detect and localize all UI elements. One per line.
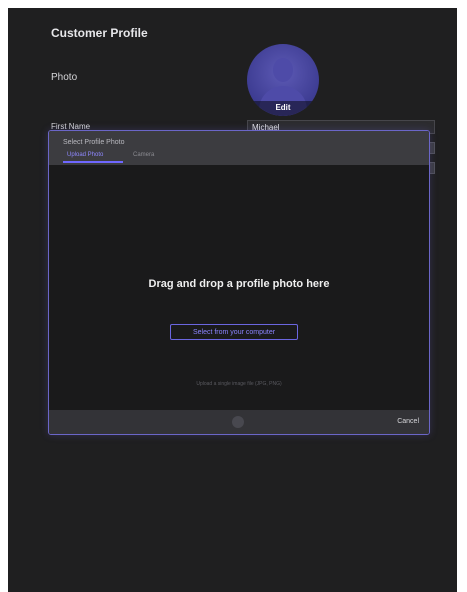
loading-icon [232,416,244,428]
modal-title: Select Profile Photo [63,139,125,146]
avatar[interactable]: Edit [247,44,319,116]
select-from-computer-button[interactable]: Select from your computer [170,324,298,340]
upload-hint: Upload a single image file (JPG, PNG) [196,381,282,387]
modal-header: Select Profile Photo Upload Photo Camera [49,131,429,165]
tab-camera[interactable]: Camera [133,152,154,158]
select-profile-photo-modal: Select Profile Photo Upload Photo Camera… [48,130,430,435]
tab-upload-photo[interactable]: Upload Photo [67,152,103,158]
app-screen: Customer Profile Photo Edit First Name M… [8,8,457,592]
active-tab-indicator [63,161,123,163]
photo-dropzone[interactable]: Drag and drop a profile photo here Selec… [49,165,429,410]
page-margin [457,0,467,592]
cancel-button[interactable]: Cancel [397,418,419,425]
avatar-edit-button[interactable]: Edit [247,101,319,116]
drop-instruction: Drag and drop a profile photo here [148,278,330,290]
avatar-icon [273,58,293,82]
page-title: Customer Profile [51,26,148,40]
photo-label: Photo [51,72,78,83]
modal-footer: Cancel [49,410,429,434]
